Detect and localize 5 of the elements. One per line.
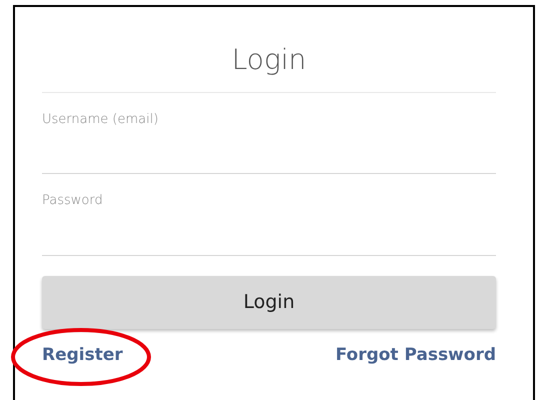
login-title: Login <box>230 45 308 76</box>
field-label: Password <box>42 192 104 210</box>
field-label: Username (email) <box>42 110 160 129</box>
login-button[interactable]: Login <box>42 276 496 329</box>
forgot-password-link[interactable]: Forgot Password <box>335 344 496 365</box>
